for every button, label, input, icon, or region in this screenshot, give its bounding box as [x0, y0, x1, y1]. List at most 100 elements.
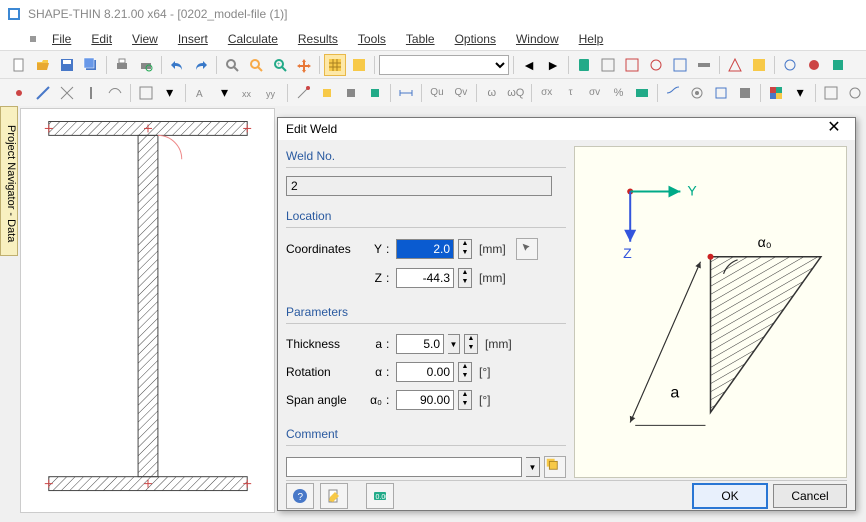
sigma-tool-icon[interactable]: σv [584, 82, 606, 104]
rotation-spinner[interactable]: ▲▼ [458, 362, 472, 382]
redo-icon[interactable] [190, 54, 212, 76]
comment-input[interactable] [286, 457, 522, 477]
span-angle-input[interactable] [396, 390, 454, 410]
zoom-extents-icon[interactable] [221, 54, 243, 76]
z-spinner[interactable]: ▲▼ [458, 268, 472, 288]
rotation-input[interactable] [396, 362, 454, 382]
zoom-in-icon[interactable]: + [269, 54, 291, 76]
pick-point-button[interactable] [516, 238, 538, 260]
menu-tools[interactable]: Tools [348, 30, 396, 48]
model-canvas[interactable] [20, 108, 275, 513]
menu-window[interactable]: Window [506, 30, 569, 48]
q-tool-icon[interactable]: Qu [426, 82, 448, 104]
color-tool-icon[interactable] [765, 82, 787, 104]
element-icon[interactable] [32, 82, 54, 104]
undo-icon[interactable] [166, 54, 188, 76]
comment-library-button[interactable] [544, 456, 566, 478]
help-button[interactable]: ? [286, 483, 314, 509]
dock-grip[interactable] [30, 36, 36, 42]
span-spinner[interactable]: ▲▼ [458, 390, 472, 410]
tool-icon[interactable] [56, 82, 78, 104]
coord-y-input[interactable] [396, 239, 454, 259]
close-icon[interactable]: ✕ [821, 118, 847, 140]
weld-no-input[interactable] [286, 176, 552, 196]
menu-insert[interactable]: Insert [168, 30, 218, 48]
tool-icon[interactable] [693, 54, 715, 76]
units-button[interactable]: 0.00 [366, 483, 394, 509]
node-icon[interactable] [8, 82, 30, 104]
menu-edit[interactable]: Edit [81, 30, 122, 48]
thickness-label: Thickness [286, 337, 360, 351]
tool-icon[interactable] [710, 82, 732, 104]
tool-icon[interactable] [135, 82, 157, 104]
new-icon[interactable] [8, 54, 30, 76]
save-all-icon[interactable] [80, 54, 102, 76]
tool-icon[interactable] [662, 82, 684, 104]
tool-icon[interactable]: xx [237, 82, 259, 104]
open-icon[interactable] [32, 54, 54, 76]
menu-file[interactable]: File [42, 30, 81, 48]
q-tool-icon[interactable]: Qv [450, 82, 472, 104]
tool-icon[interactable] [597, 54, 619, 76]
dialog-titlebar[interactable]: Edit Weld ✕ [278, 118, 855, 140]
tool-icon[interactable] [734, 82, 756, 104]
thickness-spinner[interactable]: ▲▼ [464, 334, 478, 354]
menu-view[interactable]: View [122, 30, 168, 48]
calculate-icon[interactable] [573, 54, 595, 76]
save-icon[interactable] [56, 54, 78, 76]
dimension-icon[interactable] [395, 82, 417, 104]
ok-button[interactable]: OK [693, 484, 767, 508]
tool-icon[interactable]: yy [261, 82, 283, 104]
grid-icon[interactable] [324, 54, 346, 76]
tool-icon[interactable] [104, 82, 126, 104]
tool-icon[interactable] [820, 82, 842, 104]
print-preview-icon[interactable] [135, 54, 157, 76]
tool-icon[interactable] [803, 54, 825, 76]
sigma-tool-icon[interactable]: σx [536, 82, 558, 104]
tool-icon[interactable] [364, 82, 386, 104]
tool-icon[interactable] [80, 82, 102, 104]
coord-z-input[interactable] [396, 268, 454, 288]
grid-settings-icon[interactable] [348, 54, 370, 76]
tool-icon[interactable] [316, 82, 338, 104]
tool-icon[interactable] [669, 54, 691, 76]
tool-icon[interactable]: A [190, 82, 212, 104]
omega-tool-icon[interactable]: ωQ [505, 82, 527, 104]
menu-calculate[interactable]: Calculate [218, 30, 288, 48]
edit-button[interactable] [320, 483, 348, 509]
thickness-combo-arrow[interactable]: ▼ [448, 334, 460, 354]
tool-icon[interactable] [724, 54, 746, 76]
percent-tool-icon[interactable]: % [608, 82, 630, 104]
dropdown-icon[interactable]: ▾ [789, 82, 811, 104]
tool-icon[interactable] [827, 54, 849, 76]
tool-icon[interactable] [779, 54, 801, 76]
span-angle-sublabel: α₀ [364, 393, 382, 407]
tool-icon[interactable] [686, 82, 708, 104]
zoom-window-icon[interactable] [245, 54, 267, 76]
project-navigator-tab[interactable]: Project Navigator - Data [0, 106, 18, 256]
tau-tool-icon[interactable]: τ [560, 82, 582, 104]
nav-right-icon[interactable]: ► [542, 54, 564, 76]
tool-icon[interactable] [340, 82, 362, 104]
menu-options[interactable]: Options [445, 30, 506, 48]
menu-results[interactable]: Results [288, 30, 348, 48]
toolbar-combo[interactable] [379, 55, 509, 75]
tool-icon[interactable] [645, 54, 667, 76]
menu-table[interactable]: Table [396, 30, 445, 48]
comment-dropdown-arrow[interactable]: ▼ [526, 457, 540, 477]
tool-icon[interactable] [748, 54, 770, 76]
pan-icon[interactable] [293, 54, 315, 76]
menu-help[interactable]: Help [569, 30, 614, 48]
tool-icon[interactable] [844, 82, 866, 104]
nav-left-icon[interactable]: ◄ [518, 54, 540, 76]
cancel-button[interactable]: Cancel [773, 484, 847, 508]
omega-tool-icon[interactable]: ω [481, 82, 503, 104]
tool-icon[interactable] [292, 82, 314, 104]
y-spinner[interactable]: ▲▼ [458, 239, 472, 259]
tool-icon[interactable] [621, 54, 643, 76]
thickness-combo[interactable]: 5.0 [396, 334, 444, 354]
dropdown-icon[interactable]: ▾ [159, 82, 181, 104]
sigma-plate-icon[interactable] [632, 82, 654, 104]
print-icon[interactable] [111, 54, 133, 76]
dropdown-icon[interactable]: ▾ [214, 82, 236, 104]
